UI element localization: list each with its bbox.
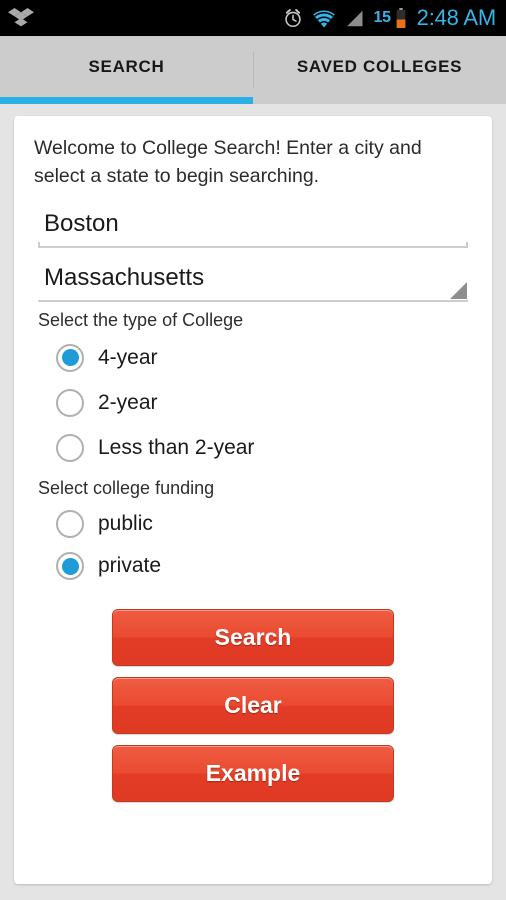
search-button[interactable]: Search xyxy=(112,609,394,666)
status-bar-right: 15 2:48 AM xyxy=(283,5,496,31)
search-form-card: Welcome to College Search! Enter a city … xyxy=(14,116,492,884)
tab-search-label: SEARCH xyxy=(88,57,165,76)
radio-4-year-label: 4-year xyxy=(98,345,158,369)
radio-private-indicator xyxy=(56,552,84,580)
dropbox-icon xyxy=(8,8,34,27)
radio-private-label: private xyxy=(98,554,162,577)
page-background: Welcome to College Search! Enter a city … xyxy=(0,104,506,900)
state-spinner-underline xyxy=(38,300,468,302)
wifi-icon xyxy=(313,10,336,27)
spinner-triangle-icon xyxy=(450,282,467,299)
radio-less-than-2-year-label: Less than 2-year xyxy=(98,435,255,459)
radio-4-year[interactable]: 4-year xyxy=(34,335,472,380)
radio-public[interactable]: public xyxy=(34,503,472,545)
city-input-underline xyxy=(38,242,468,248)
cell-signal-icon xyxy=(347,10,363,26)
welcome-message: Welcome to College Search! Enter a city … xyxy=(34,137,422,187)
clock-text: 2:48 AM xyxy=(416,5,497,30)
tab-bar: SEARCH SAVED COLLEGES xyxy=(0,36,506,104)
state-spinner[interactable]: Massachusetts xyxy=(38,258,468,302)
radio-2-year[interactable]: 2-year xyxy=(34,380,472,425)
tab-search[interactable]: SEARCH xyxy=(0,36,253,104)
status-bar: 15 2:48 AM xyxy=(0,0,506,36)
radio-2-year-label: 2-year xyxy=(98,390,158,414)
clear-button[interactable]: Clear xyxy=(112,677,394,734)
radio-private[interactable]: private xyxy=(34,545,472,587)
college-type-label: Select the type of College xyxy=(38,310,244,330)
tab-active-indicator xyxy=(0,97,253,104)
city-input[interactable]: Boston xyxy=(38,204,468,248)
example-button[interactable]: Example xyxy=(112,745,394,802)
college-funding-radio-group: public private xyxy=(34,503,472,587)
college-type-radio-group: 4-year 2-year Less than 2-year xyxy=(34,335,472,470)
tab-saved-colleges[interactable]: SAVED COLLEGES xyxy=(253,36,506,104)
status-bar-left xyxy=(8,7,34,29)
radio-public-label: public xyxy=(98,512,153,535)
battery-low-icon xyxy=(396,8,406,28)
radio-public-indicator xyxy=(56,510,84,538)
radio-less-than-2-year-indicator xyxy=(56,433,84,462)
alarm-clock-icon xyxy=(285,9,302,28)
tab-saved-colleges-label: SAVED COLLEGES xyxy=(296,57,463,76)
battery-level-text: 15 xyxy=(373,9,391,26)
state-spinner-value: Massachusetts xyxy=(44,264,205,291)
action-button-stack: Search Clear Example xyxy=(34,609,472,802)
city-input-value: Boston xyxy=(44,210,119,237)
radio-4-year-indicator xyxy=(56,343,84,372)
radio-2-year-indicator xyxy=(56,388,84,417)
college-funding-label: Select college funding xyxy=(38,478,215,498)
radio-less-than-2-year[interactable]: Less than 2-year xyxy=(34,425,472,470)
